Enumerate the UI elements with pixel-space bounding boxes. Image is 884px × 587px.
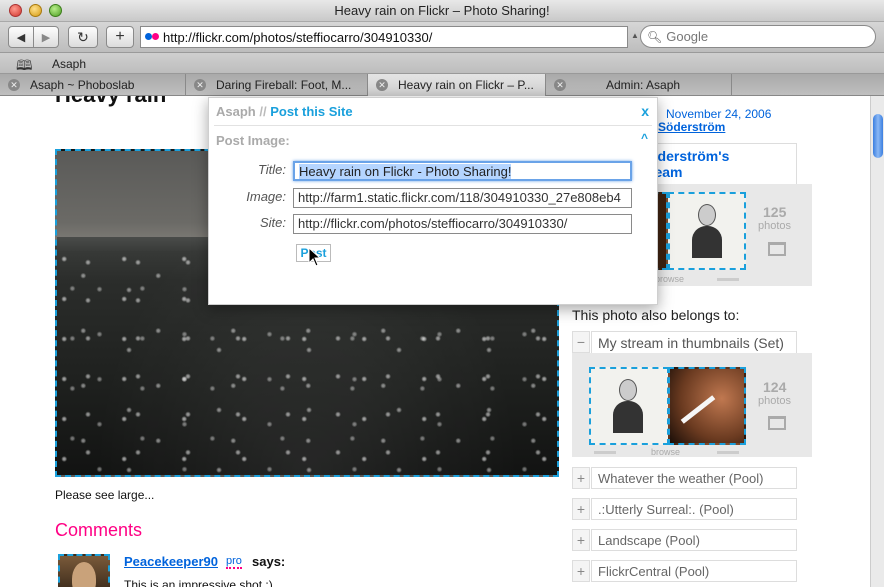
url-dropdown-icon[interactable]: ▲ [631, 31, 639, 40]
title-bar: Heavy rain on Flickr – Photo Sharing! [0, 0, 884, 22]
scrollbar-thumb[interactable] [873, 114, 883, 158]
tab-admin-asaph[interactable]: ✕ Admin: Asaph [546, 74, 732, 96]
back-button[interactable]: ◀ [8, 26, 34, 48]
window-title: Heavy rain on Flickr – Photo Sharing! [334, 3, 550, 18]
slideshow-icon[interactable] [768, 242, 786, 256]
browse-prev-arrow-icon[interactable] [594, 451, 616, 454]
pool-flickrcentral[interactable]: FlickrCentral (Pool) [591, 560, 797, 582]
bookmarks-bar: 🕮︎ Asaph [0, 53, 884, 74]
set-browse-label: browse [651, 447, 681, 457]
stream-browse-label: browse [655, 274, 685, 284]
stream-thumb-current[interactable] [668, 192, 746, 270]
site-url-value: http://flickr.com/photos/steffiocarro/30… [298, 216, 568, 231]
commenter-name-link[interactable]: Peacekeeper90 [124, 554, 218, 569]
plus-icon: + [115, 28, 125, 45]
tab-close-icon[interactable]: ✕ [554, 79, 566, 91]
flickr-favicon-icon [145, 33, 160, 41]
pool-expand-toggle[interactable]: + [572, 529, 590, 551]
search-placeholder: Google [666, 29, 709, 44]
title-label: Title: [257, 162, 286, 177]
forward-button[interactable]: ▶ [33, 26, 59, 48]
reload-icon: ↻ [77, 28, 89, 45]
belongs-heading: This photo also belongs to: [572, 307, 740, 323]
tab-bar: ✕ Asaph ~ Phoboslab ✕ Daring Fireball: F… [0, 74, 884, 96]
pool-landscape[interactable]: Landscape (Pool) [591, 529, 797, 551]
tab-close-icon[interactable]: ✕ [8, 79, 20, 91]
set-count: 124 [763, 379, 787, 395]
set-collapse-toggle[interactable]: − [572, 331, 590, 353]
back-arrow-icon: ◀ [16, 31, 26, 44]
pool-whatever-the-weather[interactable]: Whatever the weather (Pool) [591, 467, 797, 489]
address-url: http://flickr.com/photos/steffiocarro/30… [163, 29, 433, 45]
portrait-thumb [613, 379, 643, 433]
pool-expand-toggle[interactable]: + [572, 467, 590, 489]
collapse-section-icon[interactable]: ^ [641, 131, 648, 145]
tab-daring-fireball[interactable]: ✕ Daring Fireball: Foot, M... [186, 74, 368, 96]
pro-badge[interactable]: pro [226, 555, 242, 569]
browse-next-arrow-icon[interactable] [717, 278, 739, 281]
forward-arrow-icon: ▶ [41, 31, 51, 44]
browse-next-arrow-icon[interactable] [717, 451, 739, 454]
set-thumb-portrait[interactable] [589, 367, 669, 445]
tab-close-icon[interactable]: ✕ [194, 79, 206, 91]
uploader-link[interactable]: Söderström [658, 120, 725, 134]
dialog-header: Asaph // Post this Site [216, 104, 353, 119]
close-dialog-button[interactable]: x [641, 103, 649, 119]
stream-count: 125 [763, 204, 787, 220]
bookmark-asaph[interactable]: Asaph [52, 57, 86, 71]
site-url-field[interactable]: http://flickr.com/photos/steffiocarro/30… [293, 214, 632, 234]
post-image-heading: Post Image: [216, 133, 290, 148]
site-label: Site: [259, 215, 286, 230]
add-bookmark-button[interactable]: + [106, 26, 134, 48]
set-title[interactable]: My stream in thumbnails (Set) [591, 331, 797, 353]
pool-utterly-surreal[interactable]: .:Utterly Surreal:. (Pool) [591, 498, 797, 520]
title-field[interactable]: Heavy rain on Flickr - Photo Sharing! [293, 161, 632, 181]
image-label: Image: [246, 189, 286, 204]
pool-expand-toggle[interactable]: + [572, 498, 590, 520]
asaph-post-dialog: Asaph // Post this Site x Post Image: ^ … [208, 97, 658, 305]
comments-heading: Comments [55, 520, 143, 540]
address-bar[interactable]: http://flickr.com/photos/steffiocarro/30… [140, 26, 628, 48]
stream-count-label: photos [758, 220, 792, 232]
image-url-value: http://farm1.static.flickr.com/118/30491… [298, 190, 621, 205]
photo-title: Heavy rain [55, 96, 166, 108]
see-large-text: Please see large... [55, 488, 155, 502]
portrait-thumb [692, 204, 722, 258]
search-icon: 🔍︎ [647, 29, 663, 44]
stream-title[interactable]: öderström's ream [640, 143, 797, 187]
slideshow-icon[interactable] [768, 416, 786, 430]
tab-heavy-rain[interactable]: ✕ Heavy rain on Flickr – P... [368, 74, 546, 96]
title-field-value: Heavy rain on Flickr - Photo Sharing! [299, 164, 512, 179]
dialog-brand: Asaph [216, 104, 256, 119]
commenter-avatar[interactable] [58, 554, 110, 587]
reload-button[interactable]: ↻ [68, 26, 98, 48]
tab-asaph-phoboslab[interactable]: ✕ Asaph ~ Phoboslab [0, 74, 186, 96]
vertical-scrollbar[interactable] [870, 96, 884, 587]
header-separator: // [259, 104, 267, 119]
tab-close-icon[interactable]: ✕ [376, 79, 388, 91]
set-thumb-smoker[interactable] [668, 367, 746, 445]
search-input[interactable]: 🔍︎ Google [640, 25, 876, 48]
post-this-site-link[interactable]: Post this Site [270, 104, 352, 119]
divider [214, 125, 652, 126]
image-url-field[interactable]: http://farm1.static.flickr.com/118/30491… [293, 188, 632, 208]
pool-expand-toggle[interactable]: + [572, 560, 590, 582]
says-label: says: [252, 554, 286, 569]
browser-toolbar: ◀ ▶ ↻ + http://flickr.com/photos/steffio… [0, 22, 884, 53]
set-count-label: photos [758, 395, 792, 407]
upload-date: November 24, 2006 [666, 107, 772, 121]
comment-text: This is an impressive shot :) [124, 578, 273, 587]
